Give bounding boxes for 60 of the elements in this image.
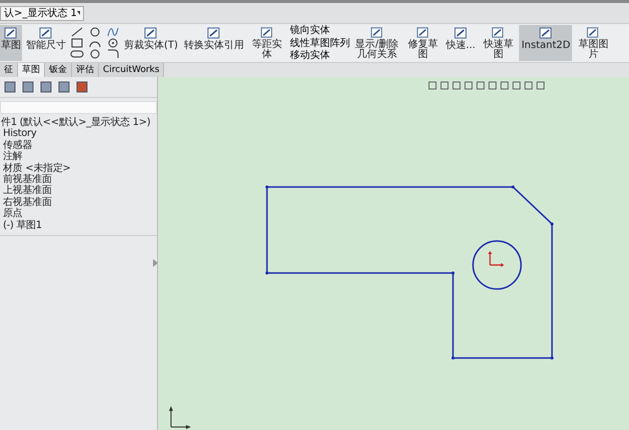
ribbon-button[interactable]: 草图	[0, 25, 22, 61]
panel-tool-icon[interactable]	[58, 81, 70, 93]
sketch-icon	[260, 26, 274, 39]
filter-field[interactable]	[0, 101, 157, 114]
ribbon-button[interactable]: 快速草图	[479, 25, 518, 61]
ribbon-button[interactable]: 剪裁实体(T)	[122, 25, 180, 61]
ribbon-button[interactable]: Instant2D	[519, 25, 572, 61]
axis-triad-icon	[169, 406, 191, 429]
ribbon-button[interactable]: 草图图片	[574, 25, 612, 61]
collapse-arrow-icon[interactable]	[153, 259, 158, 267]
ribbon-menu-item[interactable]: 线性草图阵列	[288, 38, 350, 48]
tree-item[interactable]: 右视基准面	[1, 196, 157, 208]
target-icon[interactable]	[106, 38, 120, 48]
sketch-icon	[538, 26, 553, 40]
sketch-icon	[39, 26, 53, 40]
tree-item[interactable]: 注解	[1, 151, 157, 163]
ribbon-button[interactable]: 显示/删除几何关系	[352, 25, 402, 61]
ribbon-button[interactable]: 快速...	[444, 25, 478, 61]
panel-tool-icon[interactable]	[22, 81, 34, 93]
tree-item[interactable]: 前视基准面	[1, 174, 157, 186]
origin-icon	[488, 251, 504, 267]
line-icon[interactable]	[70, 27, 84, 37]
panel-tool-icon[interactable]	[76, 81, 88, 93]
corner-icon[interactable]	[106, 49, 120, 59]
tree-item[interactable]: History	[1, 128, 157, 140]
caret-icon	[76, 11, 80, 15]
tree-item[interactable]: 原点	[1, 208, 157, 220]
sketch-icon	[454, 26, 468, 40]
tree-item[interactable]: (-) 草图1	[1, 220, 157, 232]
ribbon-tab[interactable]: 评估	[72, 63, 99, 77]
rectangle-icon[interactable]	[70, 38, 84, 48]
configuration-dropdown[interactable]: 认>_显示状态 1	[0, 6, 84, 20]
ribbon-menu-item[interactable]: 移动实体	[288, 50, 350, 61]
tree-item[interactable]: 上视基准面	[1, 185, 157, 197]
ribbon-tab[interactable]: 征	[0, 63, 18, 77]
sketch-icon	[491, 26, 506, 39]
circle-icon[interactable]	[88, 49, 102, 59]
panel-tool-icon[interactable]	[40, 81, 52, 93]
sketch-circle	[472, 240, 522, 290]
ribbon-button[interactable]: 转换实体引用	[182, 25, 246, 61]
sketch-icon	[416, 26, 430, 39]
panel-tool-icon[interactable]	[4, 81, 16, 93]
slot-icon[interactable]	[70, 49, 84, 59]
ribbon-button[interactable]: 智能尺寸	[24, 25, 68, 61]
tree-item[interactable]: 材质 <未指定>	[1, 162, 157, 174]
sketch-icon	[144, 26, 158, 40]
ribbon-menu-item[interactable]: 镜向实体	[288, 25, 350, 36]
tree-item[interactable]: 传感器	[1, 140, 157, 152]
ribbon-button[interactable]: 等距实体	[248, 25, 286, 61]
spline-icon[interactable]	[106, 27, 120, 37]
tree-item[interactable]: 件1 (默认<<默认>_显示状态 1>)	[1, 117, 157, 128]
sketch-icon	[206, 26, 221, 40]
ribbon-tab[interactable]: CircuitWorks	[99, 63, 164, 77]
circle-icon[interactable]	[88, 27, 102, 37]
ribbon-button[interactable]: 修复草图	[404, 25, 442, 61]
ribbon-tab[interactable]: 草图	[18, 63, 45, 77]
ribbon-tab[interactable]: 钣金	[45, 63, 72, 77]
sketch-icon	[586, 26, 600, 39]
sketch-icon	[370, 26, 384, 39]
sketch-icon	[4, 26, 18, 40]
